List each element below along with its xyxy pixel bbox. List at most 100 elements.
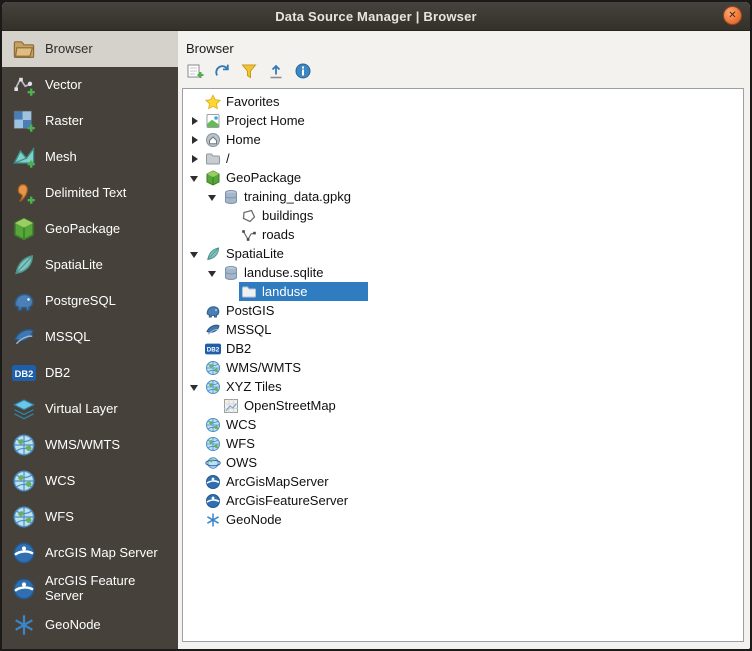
sidebar-item-wfs[interactable]: WFS [2, 499, 178, 535]
sidebar-item-arcgis-feature-server[interactable]: ArcGIS Feature Server [2, 571, 178, 607]
data-source-manager-window: Data Source Manager | Browser ✕ BrowserV… [0, 0, 752, 651]
tree-item-label: SpatiaLite [226, 246, 284, 261]
sidebar-item-label: PostgreSQL [45, 294, 116, 309]
tree-item-postgis[interactable]: PostGIS [183, 301, 743, 320]
titlebar[interactable]: Data Source Manager | Browser ✕ [2, 2, 750, 31]
tree-item-content: WMS/WMTS [203, 358, 307, 377]
sidebar-item-label: Browser [45, 42, 93, 57]
expander-spacer [187, 512, 203, 528]
sidebar-item-geonode[interactable]: GeoNode [2, 607, 178, 643]
expander-spacer [187, 94, 203, 110]
tree-item-content: WFS [203, 434, 261, 453]
tree-item-label: / [226, 151, 230, 166]
tree-item-db2[interactable]: DB2DB2 [183, 339, 743, 358]
star-icon [205, 94, 221, 110]
tree-item-arcgismapserver[interactable]: ArcGisMapServer [183, 472, 743, 491]
expander-expanded-icon[interactable] [187, 379, 203, 395]
sidebar-item-wcs[interactable]: WCS [2, 463, 178, 499]
home-icon [205, 132, 221, 148]
expander-expanded-icon[interactable] [205, 189, 221, 205]
tree-item-content: landuse [239, 282, 368, 301]
tree-item-geonode[interactable]: GeoNode [183, 510, 743, 529]
sidebar-item-browser[interactable]: Browser [2, 31, 178, 67]
tree-item-openstreetmap[interactable]: OpenStreetMap [183, 396, 743, 415]
add-selected-layers-button[interactable] [185, 61, 205, 81]
sidebar-item-mesh[interactable]: Mesh [2, 139, 178, 175]
tree-item-training-data-gpkg[interactable]: training_data.gpkg [183, 187, 743, 206]
arcgis-icon [12, 541, 36, 565]
geonode-icon [205, 512, 221, 528]
tree-item-label: OWS [226, 455, 257, 470]
tree-item-wms-wmts[interactable]: WMS/WMTS [183, 358, 743, 377]
tree-item-label: OpenStreetMap [244, 398, 336, 413]
tree-item-root[interactable]: / [183, 149, 743, 168]
tree-item-label: buildings [262, 208, 313, 223]
tree-item-landuse[interactable]: landuse [183, 282, 743, 301]
close-button[interactable]: ✕ [723, 6, 742, 25]
tree-item-label: Project Home [226, 113, 305, 128]
tree-item-wcs[interactable]: WCS [183, 415, 743, 434]
sidebar-item-delimited-text[interactable]: Delimited Text [2, 175, 178, 211]
collapse-all-button[interactable] [266, 61, 286, 81]
tree-item-label: XYZ Tiles [226, 379, 282, 394]
expander-spacer [187, 341, 203, 357]
tree-item-buildings[interactable]: buildings [183, 206, 743, 225]
spatialite-icon [205, 246, 221, 262]
sidebar-item-spatialite[interactable]: SpatiaLite [2, 247, 178, 283]
close-icon: ✕ [728, 10, 736, 21]
tree-item-landuse-sqlite[interactable]: landuse.sqlite [183, 263, 743, 282]
sidebar-item-arcgis-map-server[interactable]: ArcGIS Map Server [2, 535, 178, 571]
tree-item-geopackage[interactable]: GeoPackage [183, 168, 743, 187]
expander-spacer [187, 455, 203, 471]
expander-expanded-icon[interactable] [187, 246, 203, 262]
filter-browser-button[interactable] [239, 61, 259, 81]
sidebar-item-postgresql[interactable]: PostgreSQL [2, 283, 178, 319]
database-icon [223, 265, 239, 281]
tree-item-home[interactable]: Home [183, 130, 743, 149]
geonode-icon [12, 613, 36, 637]
sidebar-item-wms-wmts[interactable]: WMS/WMTS [2, 427, 178, 463]
browser-icon [12, 37, 36, 61]
sidebar-item-raster[interactable]: Raster [2, 103, 178, 139]
tree-item-content: Project Home [203, 111, 311, 130]
tree-item-content: Home [203, 130, 267, 149]
tree-item-label: GeoNode [226, 512, 282, 527]
tree-item-content: GeoPackage [203, 168, 307, 187]
tree-item-content: OpenStreetMap [221, 396, 342, 415]
tree-item-label: roads [262, 227, 295, 242]
tree-item-project-home[interactable]: Project Home [183, 111, 743, 130]
sidebar-item-label: Raster [45, 114, 83, 129]
tree-item-spatialite[interactable]: SpatiaLite [183, 244, 743, 263]
expander-collapsed-icon[interactable] [187, 113, 203, 129]
tree-item-favorites[interactable]: Favorites [183, 92, 743, 111]
tree-item-mssql[interactable]: MSSQL [183, 320, 743, 339]
properties-info-button[interactable] [293, 61, 313, 81]
refresh-button[interactable] [212, 61, 232, 81]
expander-expanded-icon[interactable] [205, 265, 221, 281]
expander-collapsed-icon[interactable] [187, 151, 203, 167]
tree-item-content: PostGIS [203, 301, 280, 320]
tree-item-label: ArcGisMapServer [226, 474, 329, 489]
expander-expanded-icon[interactable] [187, 170, 203, 186]
sidebar-item-vector[interactable]: Vector [2, 67, 178, 103]
expander-collapsed-icon[interactable] [187, 132, 203, 148]
sidebar-item-label: ArcGIS Map Server [45, 546, 158, 561]
tree-item-wfs[interactable]: WFS [183, 434, 743, 453]
globe-icon [205, 379, 221, 395]
tree-item-label: DB2 [226, 341, 251, 356]
panel-title: Browser [182, 37, 744, 61]
db2-icon: DB2 [12, 361, 36, 385]
arcgis-icon [12, 577, 36, 601]
tree-item-content: landuse.sqlite [221, 263, 330, 282]
sidebar-item-geopackage[interactable]: GeoPackage [2, 211, 178, 247]
tree-item-arcgisfeatureserver[interactable]: ArcGisFeatureServer [183, 491, 743, 510]
sidebar-item-virtual-layer[interactable]: Virtual Layer [2, 391, 178, 427]
sidebar-item-db2[interactable]: DB2DB2 [2, 355, 178, 391]
tree-item-roads[interactable]: roads [183, 225, 743, 244]
expander-spacer [205, 398, 221, 414]
tree-item-label: landuse.sqlite [244, 265, 324, 280]
tree-item-ows[interactable]: OWS [183, 453, 743, 472]
sidebar-item-label: GeoPackage [45, 222, 120, 237]
sidebar-item-mssql[interactable]: MSSQL [2, 319, 178, 355]
tree-item-xyz-tiles[interactable]: XYZ Tiles [183, 377, 743, 396]
